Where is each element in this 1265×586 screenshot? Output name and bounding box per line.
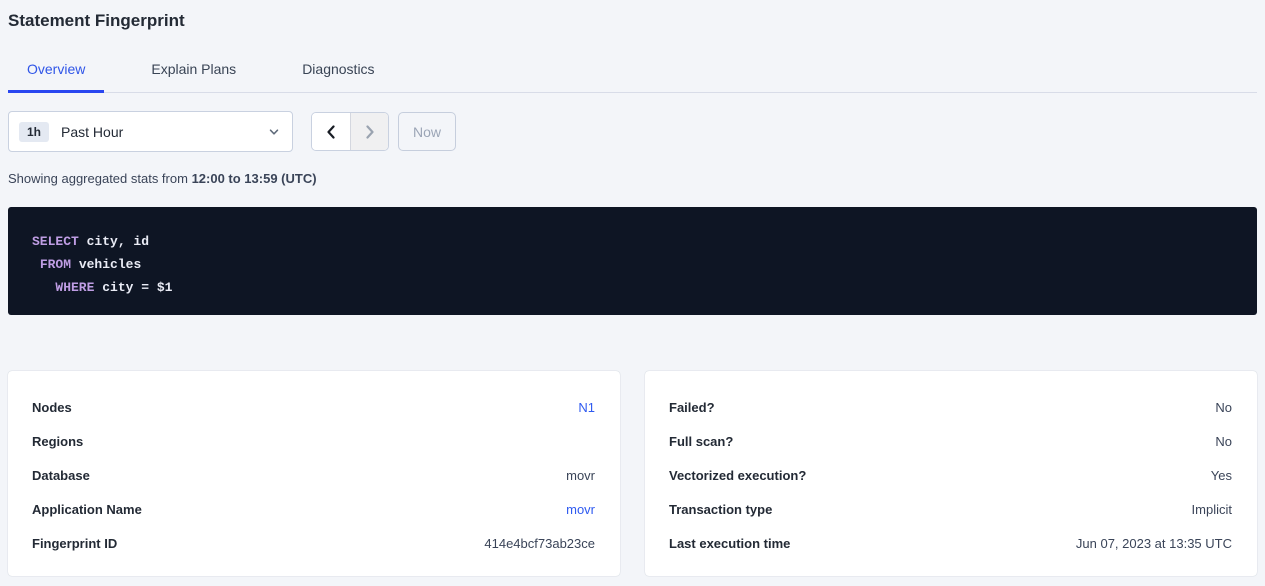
time-step-button-group [311,112,389,151]
fingerprint-id-value: 414e4bcf73ab23ce [484,536,595,551]
table-row: Application Name movr [32,492,595,526]
last-execution-time-value: Jun 07, 2023 at 13:35 UTC [1076,536,1232,551]
sql-line: WHERE city = $1 [32,276,1233,299]
table-row: Transaction type Implicit [669,492,1232,526]
regions-label: Regions [32,434,83,449]
summary-panels: Nodes N1 Regions Database movr Applicati… [8,371,1257,576]
now-button[interactable]: Now [398,112,456,151]
application-name-label: Application Name [32,502,142,517]
sql-line: SELECT city, id [32,230,1233,253]
previous-time-button[interactable] [312,113,350,150]
next-time-button[interactable] [350,113,388,150]
sql-statement-box: SELECT city, id FROM vehicles WHERE city… [8,207,1257,315]
tab-bar: Overview Explain Plans Diagnostics [8,58,1257,93]
time-controls-row: 1h Past Hour [8,111,1257,152]
sql-line: FROM vehicles [32,253,1233,276]
vectorized-execution-label: Vectorized execution? [669,468,806,483]
aggregated-stats-text: Showing aggregated stats from 12:00 to 1… [8,171,1257,187]
aggregated-stats-range: 12:00 to 13:59 (UTC) [192,171,317,186]
tab-diagnostics[interactable]: Diagnostics [283,58,393,93]
execution-attributes-panel: Failed? No Full scan? No Vectorized exec… [645,371,1257,576]
vectorized-execution-value: Yes [1211,468,1232,483]
time-interval-badge: 1h [19,122,49,142]
chevron-down-icon [268,126,280,138]
tab-overview[interactable]: Overview [8,58,104,93]
database-value: movr [566,468,595,483]
chevron-left-icon [324,124,338,140]
full-scan-value: No [1215,434,1232,449]
table-row: Vectorized execution? Yes [669,458,1232,492]
table-row: Fingerprint ID 414e4bcf73ab23ce [32,526,595,560]
fingerprint-id-label: Fingerprint ID [32,536,117,551]
application-name-value-link[interactable]: movr [566,502,595,517]
nodes-value-link[interactable]: N1 [578,400,595,415]
table-row: Nodes N1 [32,390,595,424]
tab-explain-plans[interactable]: Explain Plans [132,58,255,93]
time-range-dropdown[interactable]: 1h Past Hour [8,111,293,152]
table-row: Full scan? No [669,424,1232,458]
database-label: Database [32,468,90,483]
aggregated-stats-prefix: Showing aggregated stats from [8,171,192,186]
time-interval-label: Past Hour [61,124,268,140]
table-row: Last execution time Jun 07, 2023 at 13:3… [669,526,1232,560]
page-title: Statement Fingerprint [8,0,1257,31]
table-row: Failed? No [669,390,1232,424]
statement-fingerprint-page: Statement Fingerprint Overview Explain P… [0,0,1265,576]
chevron-right-icon [363,124,377,140]
statement-details-panel: Nodes N1 Regions Database movr Applicati… [8,371,620,576]
failed-value: No [1215,400,1232,415]
transaction-type-value: Implicit [1192,502,1232,517]
last-execution-time-label: Last execution time [669,536,790,551]
nodes-label: Nodes [32,400,72,415]
failed-label: Failed? [669,400,715,415]
full-scan-label: Full scan? [669,434,733,449]
transaction-type-label: Transaction type [669,502,772,517]
table-row: Database movr [32,458,595,492]
table-row: Regions [32,424,595,458]
